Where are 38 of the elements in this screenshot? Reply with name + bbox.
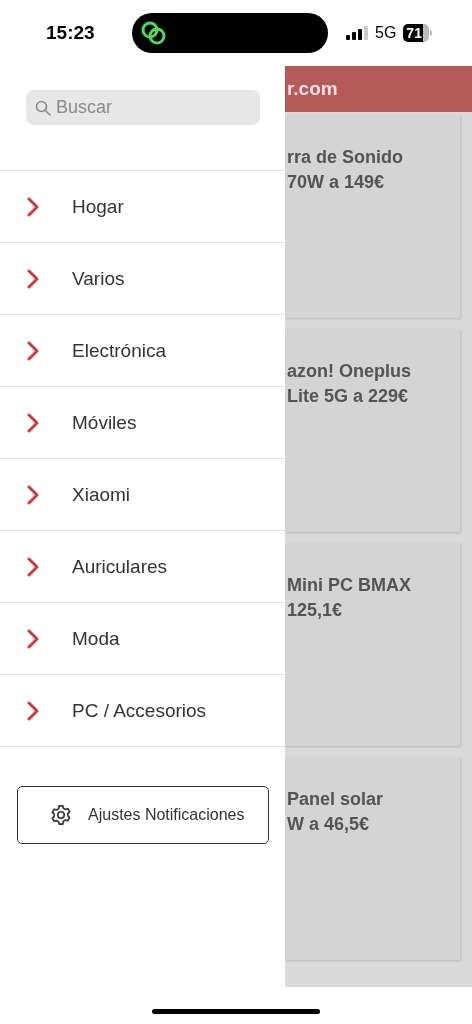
deal-title-line: W a 46,5€	[286, 813, 371, 836]
deal-card[interactable]: rra de Sonido 70W a 149€	[285, 115, 460, 318]
chevron-right-icon	[26, 628, 40, 649]
deal-card[interactable]: azon! Oneplus Lite 5G a 229€	[285, 329, 460, 532]
deal-title-line: Lite 5G a 229€	[286, 385, 410, 408]
notification-settings-button[interactable]: Ajustes Notificaciones	[17, 786, 269, 844]
network-label: 5G	[375, 24, 397, 42]
chevron-right-icon	[26, 556, 40, 577]
signal-icon	[346, 26, 368, 40]
category-label: Xiaomi	[72, 483, 131, 506]
chevron-right-icon	[26, 268, 40, 289]
clock-time: 15:23	[46, 22, 96, 44]
deal-title-line: azon! Oneplus	[286, 360, 412, 383]
category-label: Electrónica	[72, 339, 166, 362]
category-label: Varios	[72, 267, 125, 290]
search-field[interactable]: Buscar	[26, 90, 260, 125]
deal-title-line: Panel solar	[286, 788, 385, 811]
deal-card[interactable]: Panel solar W a 46,5€	[285, 757, 460, 960]
category-label: Móviles	[72, 411, 137, 434]
category-label: Moda	[72, 627, 120, 650]
linked-rings-icon	[140, 20, 168, 46]
deal-title-line: 125,1€	[286, 599, 344, 622]
deal-title-line: Mini PC BMAX	[286, 574, 412, 597]
chevron-right-icon	[26, 484, 40, 505]
category-label: PC / Accesorios	[72, 699, 207, 722]
chevron-right-icon	[26, 700, 40, 721]
settings-icon	[50, 804, 72, 826]
chevron-right-icon	[26, 412, 40, 433]
site-title: r.com	[287, 78, 338, 100]
home-indicator[interactable]	[152, 1009, 320, 1014]
deal-title-line: 70W a 149€	[286, 171, 386, 194]
battery-level: 71	[403, 24, 430, 42]
chevron-right-icon	[26, 196, 40, 217]
deal-title-line: rra de Sonido	[286, 146, 404, 169]
category-label: Hogar	[72, 195, 124, 218]
deal-card[interactable]: Mini PC BMAX 125,1€	[285, 543, 460, 746]
chevron-right-icon	[26, 340, 40, 361]
category-label: Auriculares	[72, 555, 168, 578]
